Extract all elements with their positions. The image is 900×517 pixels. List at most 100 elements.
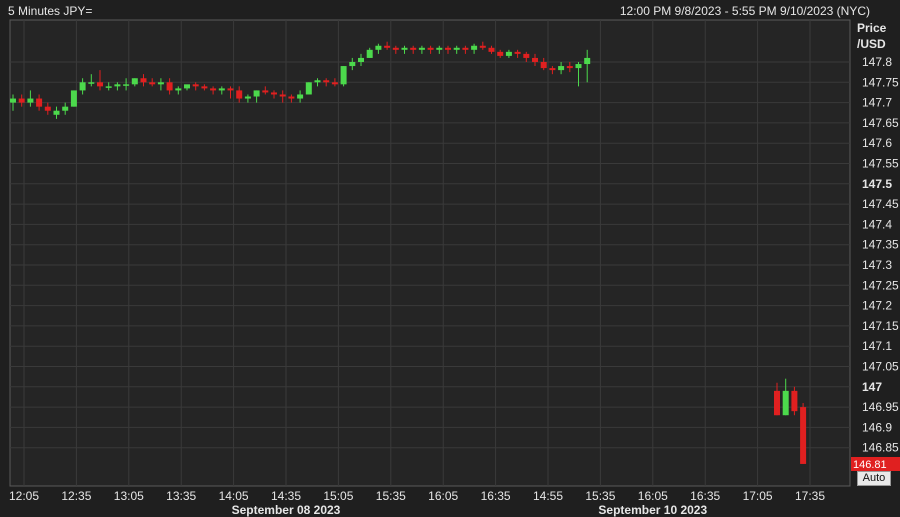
candle-up [131,78,138,85]
y-tick-label: 146.85 [862,441,899,455]
candle-up [70,90,77,107]
candle-up [244,96,251,99]
candle-down [262,90,269,93]
candle-down [236,90,243,99]
y-tick-label: 147.15 [862,319,899,333]
candle-up [27,98,34,103]
auto-scale-button[interactable]: Auto [857,471,891,486]
candle-up [782,390,789,416]
candle-down [427,47,434,50]
candle-up [349,62,356,67]
y-tick-label: 147.1 [862,339,892,353]
candle-down [271,92,277,95]
candle-up [123,84,130,86]
candle-down [532,57,538,62]
y-tick-label: 147.35 [862,238,899,252]
candle-down [192,84,199,87]
y-tick-label: 147.6 [862,136,892,150]
candle-down [384,45,391,48]
candle-up [157,82,164,85]
y-tick-label: 147.3 [862,258,892,272]
x-tick-label: 14:55 [533,489,563,503]
y-tick-label: 147.65 [862,116,899,130]
candle-down [791,390,798,412]
candle-down [149,82,156,85]
x-tick-label: 14:35 [271,489,301,503]
candle-up [218,88,225,91]
candle-down [288,96,295,99]
candle-down [44,106,51,111]
x-tick-label: 17:35 [795,489,825,503]
candle-down [410,47,417,50]
y-tick-label: 147.5 [862,177,892,191]
candle-up [184,84,190,89]
y-axis: 147.8 147.75 147.7 147.65 147.6 147.55 147.5 14… [862,55,899,455]
x-tick-label: 16:35 [690,489,720,503]
y-tick-label: 147 [862,380,882,394]
y-tick-label: 146.9 [862,420,892,434]
candle-down [392,47,399,50]
candle-down [201,86,208,89]
candle-down [497,51,504,56]
candle-up [79,82,86,91]
x-tick-label: 16:05 [638,489,668,503]
candle-up [505,51,512,56]
x-tick-label: 15:05 [323,489,353,503]
x-tick-label: 15:35 [376,489,406,503]
y-axis-label-line1: Price [857,21,887,35]
x-tick-label: 17:05 [743,489,773,503]
candle-down [227,88,234,91]
y-axis-label-line2: /USD [857,37,886,51]
x-tick-label: 16:05 [428,489,458,503]
y-tick-label: 147.45 [862,197,899,211]
candle-up [358,57,364,62]
candle-up [366,49,373,58]
candle-up [314,80,321,83]
y-tick-label: 146.95 [862,400,899,414]
y-tick-label: 147.8 [862,55,892,69]
candle-down [323,80,330,83]
candle-down [479,45,486,48]
candle-up [453,47,460,50]
candle-down [488,47,495,52]
candle-down [166,82,173,91]
candle-up [62,106,69,111]
candle-down [523,53,530,58]
y-tick-label: 147.2 [862,299,892,313]
candle-up [105,86,112,88]
date-label: September 08 2023 [232,503,341,517]
candle-down [540,62,547,69]
candle-down [210,88,217,91]
candle-down [97,82,103,87]
candle-down [279,94,286,97]
candle-up [175,88,182,91]
candlestick-chart: 147.8 147.75 147.7 147.65 147.6 147.55 147.5 14… [9,19,900,517]
x-tick-label: 14:05 [219,489,249,503]
candle-up [305,82,312,95]
candle-up [375,45,382,50]
x-tick-label: 15:35 [585,489,615,503]
candle-up [253,90,260,97]
y-tick-label: 147.05 [862,360,899,374]
y-tick-label: 147.7 [862,96,892,110]
candle-up [471,45,478,50]
candle-up [114,84,121,87]
candle-down [774,390,780,416]
candle-up [436,47,443,50]
candle-down [18,98,25,103]
candle-up [584,57,591,65]
candle-down [549,68,556,71]
candle-up [575,64,582,69]
plot-area [9,19,851,487]
candle-down [140,78,147,83]
candle-up [558,66,565,71]
y-tick-label: 147.55 [862,157,899,171]
candle-up [401,47,408,50]
candle-up [53,110,60,115]
candle-down [445,47,451,50]
candle-down [566,66,573,69]
candle-down [36,98,43,107]
x-tick-label: 12:35 [61,489,91,503]
x-tick-label: 12:05 [9,489,39,503]
candle-down [800,407,807,464]
